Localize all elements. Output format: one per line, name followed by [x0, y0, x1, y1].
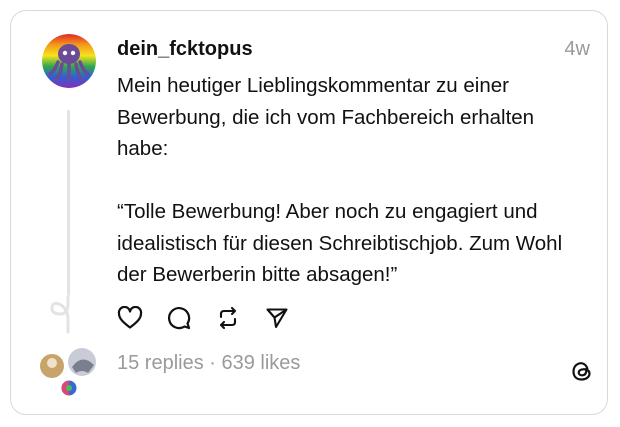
post-text: Mein heutiger Lieblingskommentar zu eine…: [117, 74, 563, 286]
post-actions: [116, 304, 312, 332]
like-button[interactable]: [116, 304, 144, 332]
reply-avatars[interactable]: [38, 347, 98, 399]
threads-logo-icon[interactable]: [568, 357, 596, 385]
comment-button[interactable]: [165, 304, 193, 332]
repost-icon: [219, 306, 237, 330]
thread-line: [67, 110, 70, 296]
share-button[interactable]: [263, 304, 291, 332]
author-username[interactable]: dein_fcktopus: [117, 38, 253, 61]
post-stats[interactable]: 15 replies · 639 likes: [117, 352, 300, 375]
post-time: 4w: [564, 38, 590, 60]
repost-button[interactable]: [214, 304, 242, 332]
author-avatar[interactable]: [42, 34, 96, 88]
heart-icon: [117, 306, 143, 329]
comment-bubble-icon: [168, 307, 191, 330]
thread-loop-icon: [50, 296, 70, 334]
send-icon: [266, 308, 288, 329]
